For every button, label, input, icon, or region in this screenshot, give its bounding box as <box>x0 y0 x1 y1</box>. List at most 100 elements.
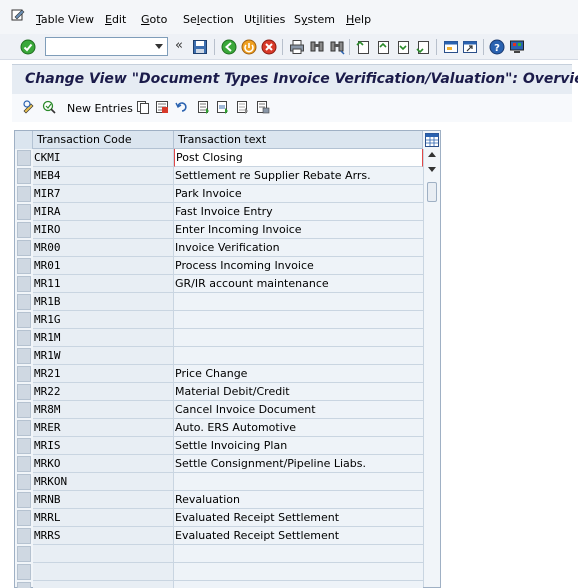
menu-table-view[interactable]: Table View <box>36 13 94 26</box>
find-icon[interactable] <box>309 39 325 55</box>
row-selector[interactable] <box>17 420 31 436</box>
transaction-text-cell[interactable]: GR/IR account maintenance <box>174 275 423 293</box>
row-selector[interactable] <box>17 150 31 166</box>
transaction-text-cell[interactable] <box>174 329 423 347</box>
menu-edit[interactable]: Edit <box>105 13 126 26</box>
row-selector[interactable] <box>17 168 31 184</box>
select-all-icon[interactable] <box>197 100 211 114</box>
previous-page-icon[interactable] <box>375 39 391 55</box>
scroll-up-icon[interactable] <box>428 152 436 157</box>
undo-icon[interactable] <box>175 100 189 114</box>
help-icon[interactable]: ? <box>489 39 505 55</box>
scroll-down-icon[interactable] <box>428 167 436 172</box>
shortcut-icon[interactable] <box>462 39 478 55</box>
deselect-all-icon[interactable] <box>236 100 250 114</box>
enter-icon[interactable] <box>20 39 36 55</box>
menu-goto[interactable]: Goto <box>141 13 167 26</box>
row-selector[interactable] <box>17 564 31 580</box>
row-selector[interactable] <box>17 330 31 346</box>
row-selector[interactable] <box>17 186 31 202</box>
row-selector[interactable] <box>17 474 31 490</box>
transaction-text-cell[interactable]: Revaluation <box>174 491 423 509</box>
new-entries-button[interactable]: New Entries <box>67 102 133 115</box>
refresh-icon[interactable] <box>42 100 56 114</box>
transaction-text-cell[interactable]: Fast Invoice Entry <box>174 203 423 221</box>
table-row: MR1G <box>15 311 423 329</box>
print-field-list-icon[interactable] <box>256 100 270 114</box>
find-next-icon[interactable] <box>329 39 345 55</box>
row-selector[interactable] <box>17 240 31 256</box>
transaction-text-cell[interactable] <box>174 473 423 491</box>
copy-as-icon[interactable] <box>136 100 150 114</box>
row-selector[interactable] <box>17 348 31 364</box>
first-page-icon[interactable] <box>355 39 371 55</box>
transaction-text-cell[interactable]: Settle Invoicing Plan <box>174 437 423 455</box>
row-selector[interactable] <box>17 312 31 328</box>
row-selector[interactable] <box>17 402 31 418</box>
transaction-text-cell[interactable]: Evaluated Receipt Settlement <box>174 509 423 527</box>
row-selector[interactable] <box>17 510 31 526</box>
transaction-text-cell[interactable]: Cancel Invoice Document <box>174 401 423 419</box>
transaction-text-cell[interactable]: Material Debit/Credit <box>174 383 423 401</box>
transaction-text-cell[interactable] <box>174 311 423 329</box>
exit-icon[interactable] <box>241 39 257 55</box>
table-row: MR1W <box>15 347 423 365</box>
row-selector[interactable] <box>17 294 31 310</box>
row-selector[interactable] <box>17 384 31 400</box>
row-selector[interactable] <box>17 582 31 588</box>
transaction-text-cell[interactable]: Evaluated Receipt Settlement <box>174 527 423 545</box>
transaction-text-cell[interactable] <box>174 581 423 588</box>
collapse-command-field-icon[interactable]: « <box>175 38 183 53</box>
row-selector[interactable] <box>17 546 31 562</box>
row-selector[interactable] <box>17 438 31 454</box>
column-header-transaction-text[interactable]: Transaction text <box>174 131 423 149</box>
menu-selection[interactable]: Selection <box>183 13 234 26</box>
print-icon[interactable] <box>289 39 305 55</box>
transaction-text-cell[interactable]: Settle Consignment/Pipeline Liabs. <box>174 455 423 473</box>
cancel-icon[interactable] <box>261 39 277 55</box>
change-display-icon[interactable] <box>22 100 36 114</box>
last-page-icon[interactable] <box>415 39 431 55</box>
transaction-text-cell[interactable]: Settlement re Supplier Rebate Arrs. <box>174 167 423 185</box>
select-all-rows-button[interactable] <box>15 131 33 149</box>
chevron-down-icon[interactable] <box>155 44 163 49</box>
transaction-text-cell[interactable] <box>174 293 423 311</box>
row-selector[interactable] <box>17 276 31 292</box>
row-selector[interactable] <box>17 366 31 382</box>
transaction-text-cell[interactable]: Auto. ERS Automotive <box>174 419 423 437</box>
transaction-text-cell[interactable]: Park Invoice <box>174 185 423 203</box>
menu-help[interactable]: Help <box>346 13 371 26</box>
command-field[interactable] <box>45 37 168 56</box>
transaction-text-cell[interactable] <box>174 545 423 563</box>
layout-menu-icon[interactable] <box>509 39 525 55</box>
select-block-icon[interactable] <box>216 100 230 114</box>
menu-utilities[interactable]: Utilities <box>244 13 285 26</box>
transaction-text-cell[interactable]: Enter Incoming Invoice <box>174 221 423 239</box>
transaction-text-cell[interactable]: Invoice Verification <box>174 239 423 257</box>
row-selector[interactable] <box>17 222 31 238</box>
toolbar-divider <box>214 39 215 55</box>
transaction-text-cell[interactable]: Process Incoming Invoice <box>174 257 423 275</box>
row-selector[interactable] <box>17 204 31 220</box>
table-settings-icon[interactable] <box>425 133 439 147</box>
column-header-transaction-code[interactable]: Transaction Code <box>33 131 174 149</box>
create-session-icon[interactable] <box>443 39 459 55</box>
scroll-thumb[interactable] <box>427 182 437 202</box>
transaction-text-cell[interactable]: Price Change <box>174 365 423 383</box>
row-selector[interactable] <box>17 258 31 274</box>
row-selector[interactable] <box>17 456 31 472</box>
transaction-text-cell[interactable]: Post Closing <box>174 149 423 167</box>
menu-icon[interactable] <box>11 9 25 21</box>
delete-icon[interactable] <box>155 100 169 114</box>
table-row: MR21 Price Change <box>15 365 423 383</box>
menu-system[interactable]: System <box>294 13 335 26</box>
table-row: MRIS Settle Invoicing Plan <box>15 437 423 455</box>
row-selector[interactable] <box>17 492 31 508</box>
row-selector[interactable] <box>17 528 31 544</box>
save-icon[interactable] <box>192 39 208 55</box>
transaction-text-cell[interactable] <box>174 563 423 581</box>
next-page-icon[interactable] <box>395 39 411 55</box>
vertical-scrollbar[interactable] <box>423 149 440 587</box>
transaction-text-cell[interactable] <box>174 347 423 365</box>
back-icon[interactable] <box>221 39 237 55</box>
